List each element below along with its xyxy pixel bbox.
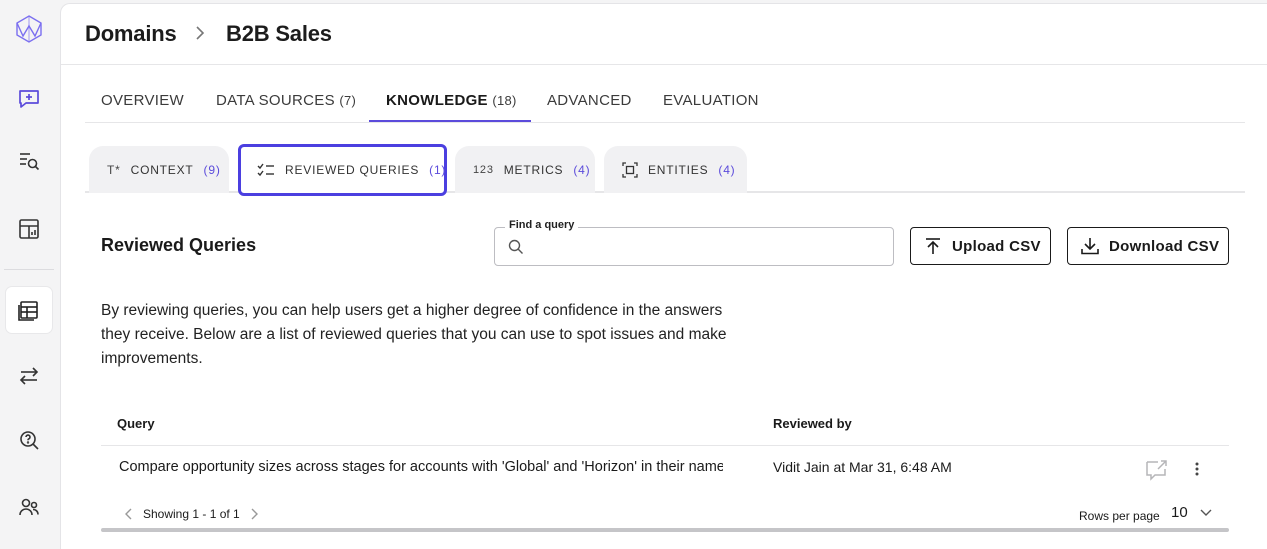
chevron-down-icon <box>1200 509 1212 516</box>
download-csv-button[interactable]: Download CSV <box>1067 227 1229 265</box>
subtab-metrics[interactable]: 123 METRICS (4) <box>455 146 595 193</box>
rows-per-page-label: Rows per page <box>1079 509 1160 523</box>
reviewed-by-cell: Vidit Jain at Mar 31, 6:48 AM <box>773 459 952 475</box>
breadcrumb-current: B2B Sales <box>226 21 332 46</box>
chevron-right-icon <box>196 26 205 40</box>
dashboard-icon[interactable] <box>6 206 52 252</box>
tab-data-sources[interactable]: DATA SOURCES (7) <box>216 92 356 109</box>
search-icon <box>508 239 523 254</box>
knowledge-subtabs: T* CONTEXT (9) REVIEWED QUERIES (1) 123 … <box>85 144 1245 196</box>
query-search-box[interactable]: Find a query <box>494 219 894 266</box>
prev-page-icon[interactable] <box>125 508 133 520</box>
upload-csv-button[interactable]: Upload CSV <box>910 227 1051 265</box>
pagination-status: Showing 1 - 1 of 1 <box>143 507 240 521</box>
search-list-icon[interactable] <box>6 138 52 184</box>
subtab-entities[interactable]: ENTITIES (4) <box>604 146 747 193</box>
number-icon: 123 <box>473 163 494 176</box>
tab-advanced[interactable]: ADVANCED <box>547 92 632 109</box>
tab-overview[interactable]: OVERVIEW <box>101 92 184 109</box>
horizontal-scrollbar[interactable] <box>101 528 1229 532</box>
query-search-icon[interactable] <box>6 417 52 463</box>
tab-evaluation[interactable]: EVALUATION <box>663 92 759 109</box>
active-tab-indicator <box>369 120 531 122</box>
page-header: Domains B2B Sales <box>61 4 1267 65</box>
text-format-icon: T* <box>107 162 121 177</box>
search-input[interactable] <box>531 236 881 258</box>
rows-per-page-select[interactable]: 10 <box>1171 504 1212 521</box>
table-icon[interactable] <box>6 287 52 333</box>
download-icon <box>1081 238 1099 255</box>
subtab-context[interactable]: T* CONTEXT (9) <box>89 146 229 193</box>
logo-icon[interactable] <box>6 6 52 52</box>
checklist-icon <box>257 163 275 177</box>
search-label: Find a query <box>505 219 579 231</box>
section-title: Reviewed Queries <box>101 235 257 255</box>
query-cell[interactable]: Compare opportunity sizes across stages … <box>119 459 723 475</box>
rail-divider <box>4 269 54 270</box>
main-tabs: OVERVIEW DATA SOURCES (7) KNOWLEDGE (18)… <box>85 66 1245 123</box>
open-in-chat-icon[interactable] <box>1145 459 1169 486</box>
section-description: By reviewing queries, you can help users… <box>101 302 727 367</box>
column-header-reviewed-by[interactable]: Reviewed by <box>773 416 852 431</box>
tab-knowledge[interactable]: KNOWLEDGE (18) <box>386 92 517 109</box>
new-chat-icon[interactable] <box>6 76 52 122</box>
more-options-icon[interactable] <box>1193 460 1201 483</box>
subtab-reviewed-queries[interactable]: REVIEWED QUERIES (1) <box>238 144 447 196</box>
entity-icon <box>622 161 638 178</box>
pagination: Showing 1 - 1 of 1 <box>125 507 258 521</box>
left-rail <box>0 0 60 549</box>
next-page-icon[interactable] <box>250 508 258 520</box>
header-divider <box>101 445 1229 446</box>
column-header-query[interactable]: Query <box>117 416 155 431</box>
main-panel: Domains B2B Sales OVERVIEW DATA SOURCES … <box>60 3 1267 549</box>
upload-icon <box>926 238 940 254</box>
transfer-icon[interactable] <box>6 353 52 399</box>
breadcrumb-parent[interactable]: Domains <box>85 21 177 47</box>
users-icon[interactable] <box>6 484 52 530</box>
